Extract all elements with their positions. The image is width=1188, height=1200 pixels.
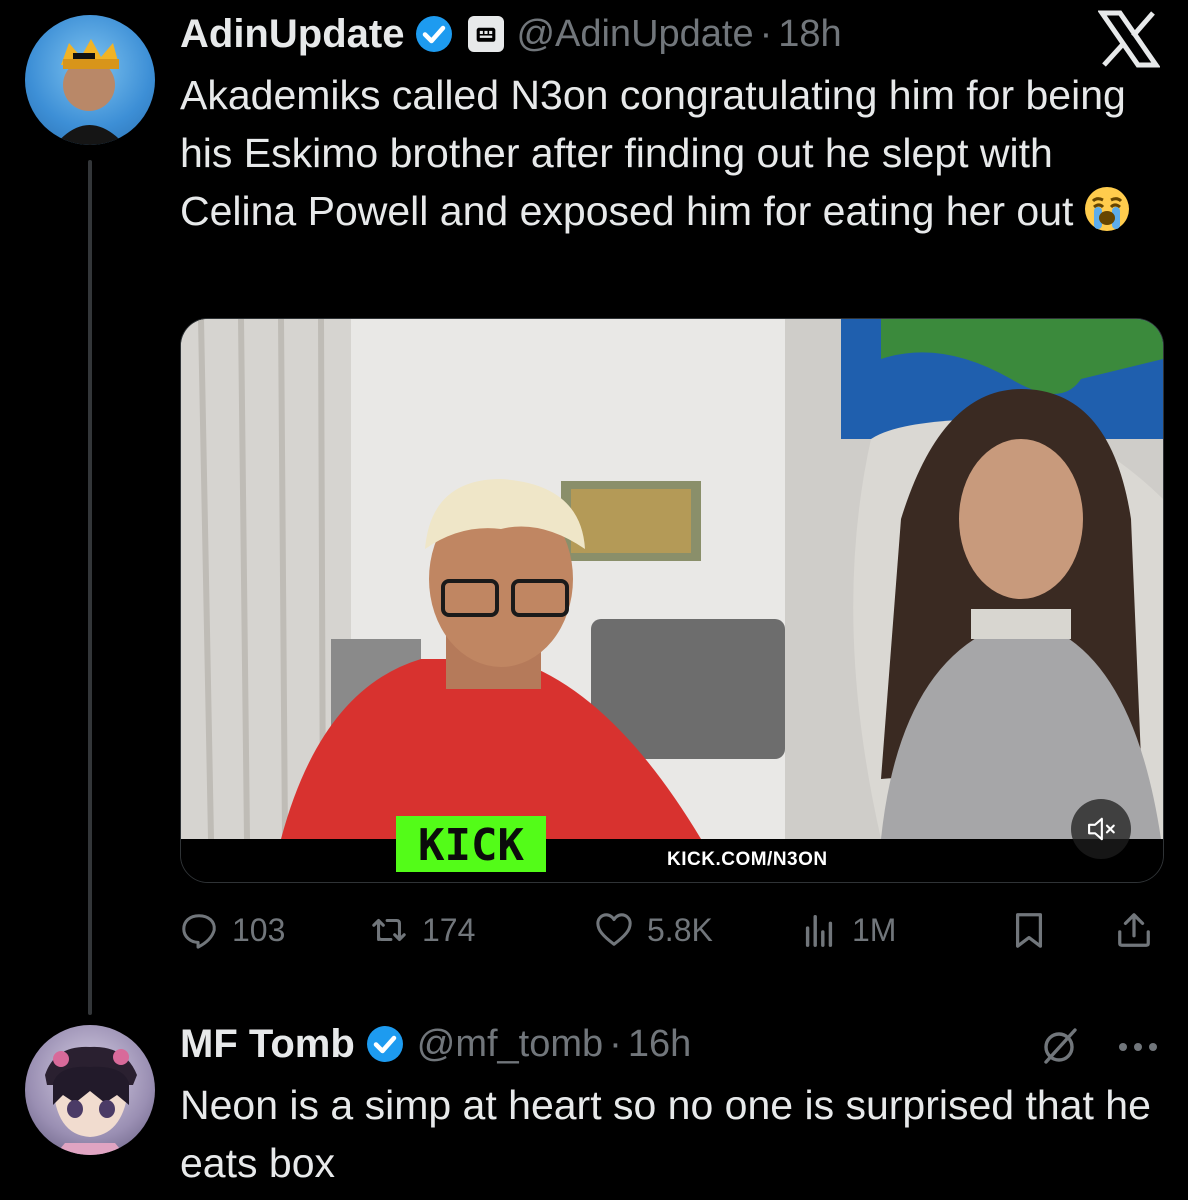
views-icon	[805, 914, 833, 947]
like-button[interactable]: 5.8K	[595, 900, 713, 960]
kick-logo-icon: KICK	[396, 816, 546, 872]
views-count: 1M	[852, 911, 897, 948]
grok-icon[interactable]	[1040, 1026, 1080, 1066]
kick-url-text: KICK.COM/N3ON	[667, 849, 828, 870]
author-avatar[interactable]	[25, 15, 155, 145]
video-frame	[181, 319, 1163, 882]
reply-author-avatar[interactable]	[25, 1025, 155, 1155]
views-button[interactable]: 1M	[800, 900, 896, 960]
x-logo-icon	[1097, 10, 1161, 68]
reply-author-name[interactable]: MF Tomb	[180, 1022, 355, 1067]
tweet-time[interactable]: 18h	[778, 13, 841, 56]
tweet-action-bar: 103 174 5.8K 1M	[180, 900, 1160, 960]
volume-muted-icon[interactable]	[1071, 799, 1131, 859]
loudly-crying-face-icon	[1083, 185, 1131, 233]
reply-button[interactable]: 103	[180, 900, 285, 960]
retweet-icon	[372, 918, 406, 942]
reply-body: Neon is a simp at heart so no one is sur…	[180, 1082, 1151, 1186]
like-count: 5.8K	[647, 911, 713, 948]
tweet-body: Akademiks called N3on congratulating him…	[180, 66, 1170, 240]
tweet-header: AdinUpdate @AdinUpdate · 18h	[180, 4, 842, 64]
verified-badge-icon	[414, 14, 454, 54]
reply-author-handle[interactable]: @mf_tomb	[417, 1023, 603, 1066]
bookmark-icon	[1015, 913, 1043, 948]
share-button[interactable]	[1115, 900, 1167, 960]
tweet-media-video[interactable]: KICK KICK.COM/N3ON	[180, 318, 1164, 883]
author-handle[interactable]: @AdinUpdate	[516, 13, 753, 56]
retweet-count: 174	[422, 911, 476, 948]
share-icon	[1118, 913, 1150, 947]
thread-connector-line	[88, 160, 92, 1015]
reply-count: 103	[232, 911, 286, 948]
separator-dot: ·	[759, 12, 773, 55]
separator-dot: ·	[609, 1022, 622, 1065]
like-icon	[596, 913, 632, 946]
reply-icon	[182, 914, 216, 949]
reply-time[interactable]: 16h	[628, 1023, 691, 1066]
more-icon[interactable]	[1116, 1040, 1160, 1054]
affiliate-badge-icon[interactable]	[468, 16, 505, 52]
retweet-button[interactable]: 174	[370, 900, 475, 960]
verified-badge-icon	[365, 1024, 405, 1064]
author-name[interactable]: AdinUpdate	[180, 12, 404, 57]
tweet-text: Akademiks called N3on congratulating him…	[180, 72, 1126, 234]
bookmark-button[interactable]	[1010, 900, 1062, 960]
reply-header: MF Tomb @mf_tomb · 16h	[180, 1014, 691, 1074]
kick-logo-text: KICK	[418, 820, 524, 871]
